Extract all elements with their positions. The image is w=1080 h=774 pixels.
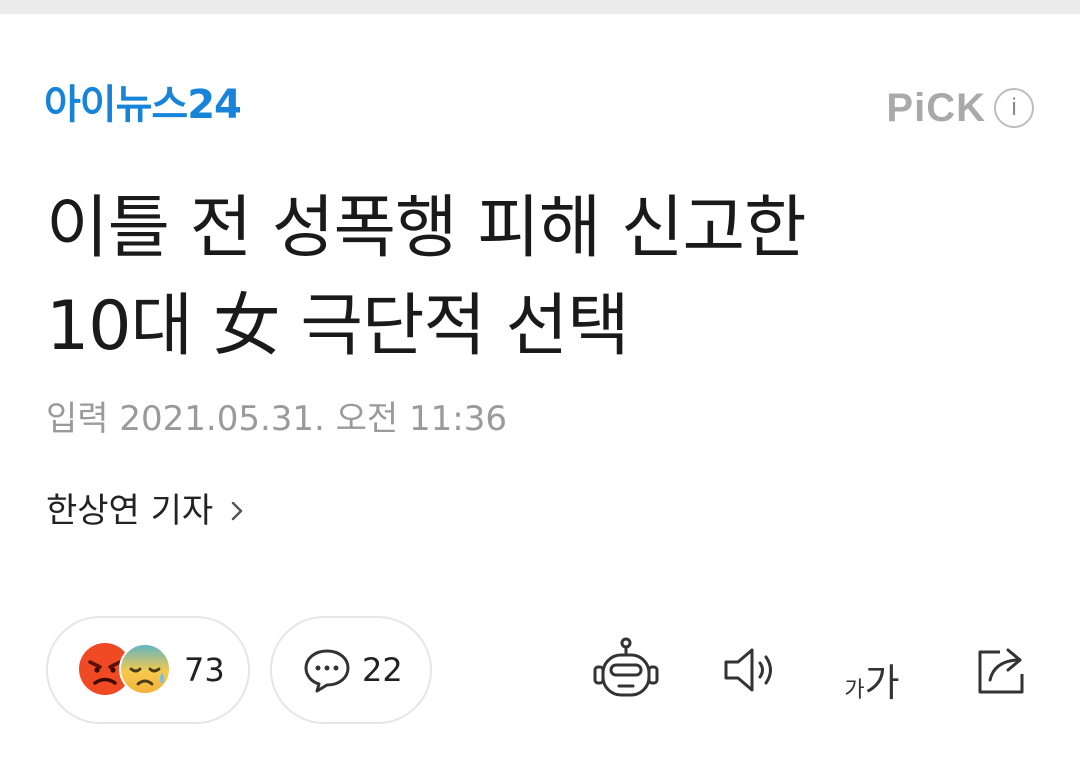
comments-button[interactable]: 22 [270,616,432,724]
article-headline: 이틀 전 성폭행 피해 신고한 10대 女 극단적 선택 [46,180,1046,376]
reaction-count: 73 [184,651,225,689]
reactions-button[interactable]: 73 [46,616,250,724]
share-icon [978,648,1024,694]
sad-sweat-emoji-icon [119,643,171,695]
reporter-name: 한상연 기자 [46,491,214,531]
font-small-glyph: 가 [844,678,865,703]
comment-count: 22 [362,651,403,689]
press-logo[interactable]: 아이뉴스24 [44,80,242,130]
headline-line-2: 10대 女 극단적 선택 [46,287,630,366]
font-big-glyph: 가 [864,661,900,705]
share-button[interactable] [966,634,1038,706]
pick-label: PiCK [886,86,986,130]
robot-icon [593,637,659,697]
headline-line-1: 이틀 전 성폭행 피해 신고한 [46,189,807,268]
tts-button[interactable] [714,634,786,706]
font-size-button[interactable]: 가 가 [836,634,908,706]
pick-badge: PiCK i [886,86,1034,130]
reporter-link[interactable]: 한상연 기자 [46,486,249,536]
status-bar-strip [0,0,1080,14]
summary-bot-button[interactable] [590,634,662,706]
article-dateline: 입력 2021.05.31. 오전 11:36 [46,399,508,439]
reaction-emoji-stack [78,642,174,698]
info-icon[interactable]: i [994,88,1034,128]
speaker-icon [724,648,772,692]
speech-bubble-icon [304,649,350,693]
chevron-right-icon [232,501,243,521]
